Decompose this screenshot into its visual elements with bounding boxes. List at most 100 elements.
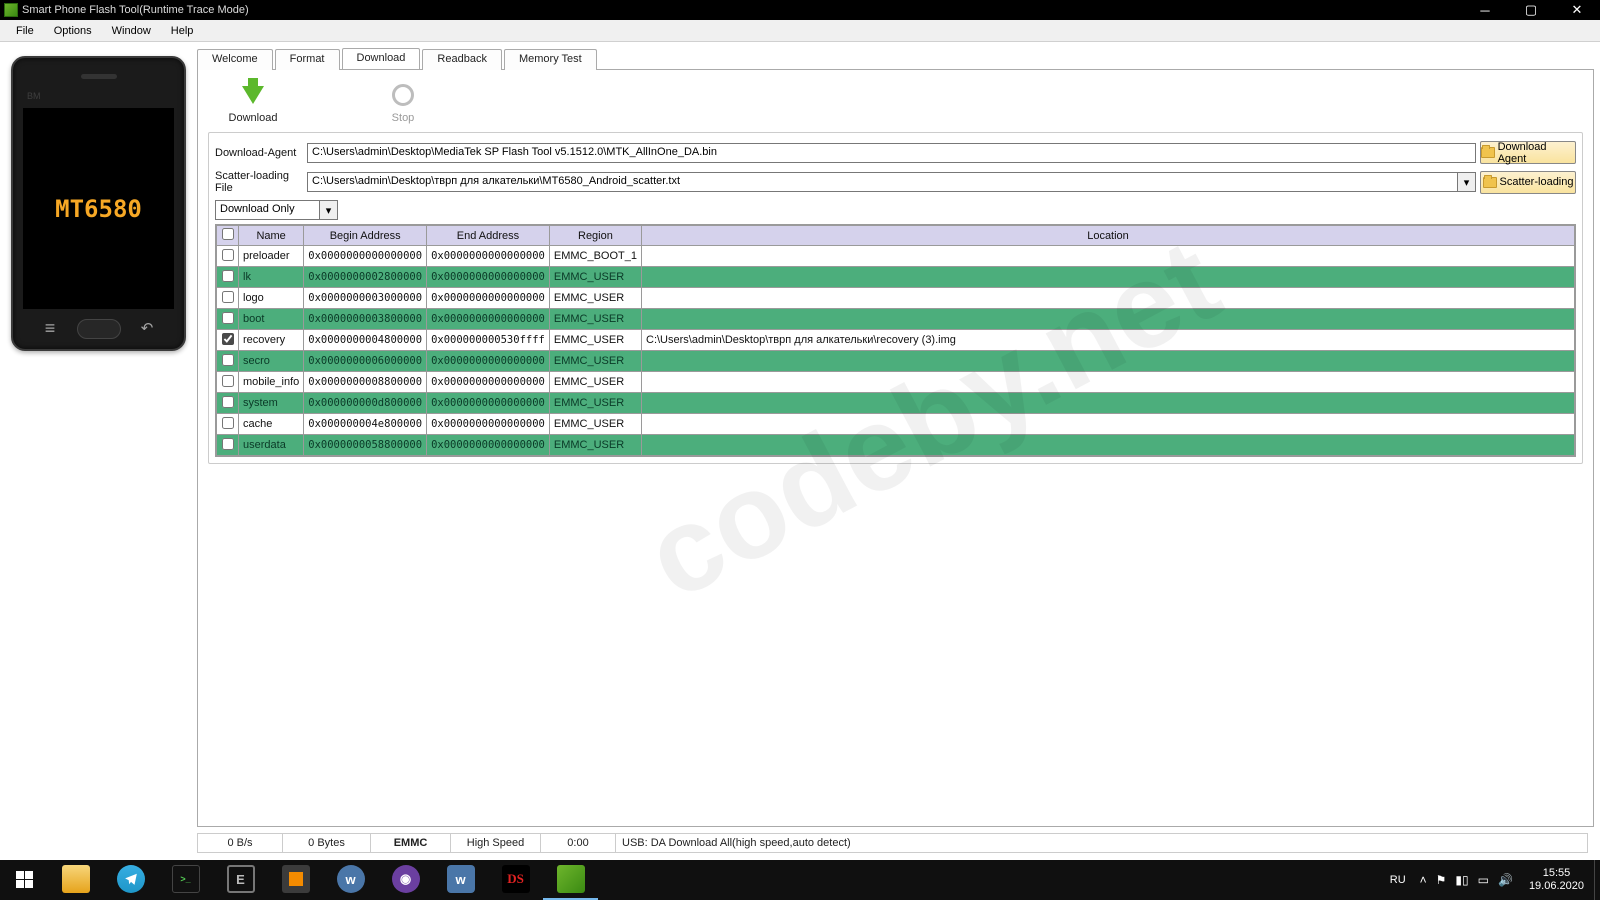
table-row[interactable]: secro0x00000000060000000x000000000000000… (217, 351, 1575, 372)
taskbar-tor[interactable]: ◉ (378, 860, 433, 900)
taskbar-vk2[interactable]: w (433, 860, 488, 900)
chevron-down-icon[interactable]: ▾ (319, 201, 337, 219)
row-name: secro (239, 351, 304, 372)
language-indicator[interactable]: RU (1382, 874, 1414, 886)
taskbar-spflash[interactable] (543, 860, 598, 900)
menu-file[interactable]: File (6, 23, 44, 39)
taskbar: >_ E w ◉ w DS RU ˄ ⚑ ▮▯ ▭ 🔊 15:55 19.06.… (0, 860, 1600, 900)
header-name[interactable]: Name (239, 226, 304, 246)
row-checkbox[interactable] (217, 372, 239, 393)
volume-icon[interactable]: 🔊 (1498, 873, 1513, 887)
table-row[interactable]: cache0x000000004e8000000x000000000000000… (217, 414, 1575, 435)
table-row[interactable]: preloader0x00000000000000000x00000000000… (217, 246, 1575, 267)
row-region: EMMC_USER (549, 351, 641, 372)
download-mode-select[interactable]: Download Only ▾ (215, 200, 338, 220)
row-region: EMMC_USER (549, 372, 641, 393)
spflash-icon (557, 865, 585, 893)
row-end: 0x0000000000000000 (427, 351, 550, 372)
menu-window[interactable]: Window (102, 23, 161, 39)
da-path-input[interactable]: C:\Users\admin\Desktop\MediaTek SP Flash… (307, 143, 1476, 163)
row-region: EMMC_USER (549, 309, 641, 330)
stop-button[interactable]: Stop (368, 82, 438, 124)
row-location (642, 309, 1575, 330)
row-checkbox[interactable] (217, 351, 239, 372)
taskbar-sublime[interactable] (268, 860, 323, 900)
scatter-path-input[interactable]: C:\Users\admin\Desktop\тврп для алкатель… (307, 172, 1476, 192)
chevron-down-icon[interactable]: ▾ (1457, 173, 1475, 191)
system-tray[interactable]: ˄ ⚑ ▮▯ ▭ 🔊 (1414, 873, 1519, 887)
menu-help[interactable]: Help (161, 23, 204, 39)
da-label: Download-Agent (215, 147, 303, 159)
row-begin: 0x000000004e800000 (304, 414, 427, 435)
header-checkbox[interactable] (217, 226, 239, 246)
row-checkbox[interactable] (217, 435, 239, 456)
table-row[interactable]: logo0x00000000030000000x0000000000000000… (217, 288, 1575, 309)
download-agent-button[interactable]: Download Agent (1480, 141, 1576, 164)
chevron-up-icon[interactable]: ˄ (1420, 873, 1427, 887)
row-location (642, 288, 1575, 309)
show-desktop-button[interactable] (1594, 860, 1600, 900)
table-row[interactable]: recovery0x00000000048000000x000000000530… (217, 330, 1575, 351)
taskbar-app-e[interactable]: E (213, 860, 268, 900)
taskbar-terminal[interactable]: >_ (158, 860, 213, 900)
table-row[interactable]: system0x000000000d8000000x00000000000000… (217, 393, 1575, 414)
header-region[interactable]: Region (549, 226, 641, 246)
telegram-icon (117, 865, 145, 893)
table-row[interactable]: userdata0x00000000588000000x000000000000… (217, 435, 1575, 456)
stop-icon (390, 82, 416, 108)
chip-label: MT6580 (55, 195, 142, 223)
tab-format[interactable]: Format (275, 49, 340, 70)
scatter-loading-button[interactable]: Scatter-loading (1480, 171, 1576, 194)
row-end: 0x0000000000000000 (427, 414, 550, 435)
taskbar-ds[interactable]: DS (488, 860, 543, 900)
row-begin: 0x0000000000000000 (304, 246, 427, 267)
row-name: mobile_info (239, 372, 304, 393)
tab-readback[interactable]: Readback (422, 49, 502, 70)
battery-icon[interactable]: ▭ (1478, 873, 1489, 887)
start-button[interactable] (0, 860, 48, 900)
taskbar-telegram[interactable] (103, 860, 158, 900)
row-checkbox[interactable] (217, 414, 239, 435)
row-end: 0x0000000000000000 (427, 246, 550, 267)
taskbar-clock[interactable]: 15:55 19.06.2020 (1519, 867, 1594, 893)
row-begin: 0x0000000008800000 (304, 372, 427, 393)
table-row[interactable]: lk0x00000000028000000x0000000000000000EM… (217, 267, 1575, 288)
window-title: Smart Phone Flash Tool(Runtime Trace Mod… (22, 4, 249, 16)
header-begin[interactable]: Begin Address (304, 226, 427, 246)
table-row[interactable]: boot0x00000000038000000x0000000000000000… (217, 309, 1575, 330)
row-checkbox[interactable] (217, 309, 239, 330)
row-checkbox[interactable] (217, 288, 239, 309)
menu-bar: File Options Window Help (0, 20, 1600, 42)
tab-download[interactable]: Download (342, 48, 421, 69)
row-checkbox[interactable] (217, 267, 239, 288)
status-speed: 0 B/s (198, 834, 283, 852)
header-end[interactable]: End Address (427, 226, 550, 246)
table-row[interactable]: mobile_info0x00000000088000000x000000000… (217, 372, 1575, 393)
row-checkbox[interactable] (217, 246, 239, 267)
minimize-button[interactable]: ─ (1462, 0, 1508, 20)
download-button[interactable]: Download (218, 82, 288, 124)
maximize-button[interactable]: ▢ (1508, 0, 1554, 20)
close-button[interactable]: ✕ (1554, 0, 1600, 20)
flag-icon[interactable]: ⚑ (1436, 873, 1447, 887)
menu-options[interactable]: Options (44, 23, 102, 39)
taskbar-vk[interactable]: w (323, 860, 378, 900)
row-end: 0x0000000000000000 (427, 372, 550, 393)
row-name: cache (239, 414, 304, 435)
row-end: 0x0000000000000000 (427, 288, 550, 309)
tab-memory-test[interactable]: Memory Test (504, 49, 597, 70)
row-checkbox[interactable] (217, 330, 239, 351)
row-begin: 0x0000000003800000 (304, 309, 427, 330)
network-icon[interactable]: ▮▯ (1455, 873, 1468, 887)
scatter-label: Scatter-loading File (215, 170, 303, 194)
row-name: boot (239, 309, 304, 330)
ds-icon: DS (502, 865, 530, 893)
row-end: 0x0000000000000000 (427, 393, 550, 414)
partition-table[interactable]: Name Begin Address End Address Region Lo… (215, 224, 1576, 457)
row-checkbox[interactable] (217, 393, 239, 414)
header-location[interactable]: Location (642, 226, 1575, 246)
taskbar-explorer[interactable] (48, 860, 103, 900)
terminal-icon: >_ (172, 865, 200, 893)
tab-welcome[interactable]: Welcome (197, 49, 273, 70)
tor-icon: ◉ (392, 865, 420, 893)
